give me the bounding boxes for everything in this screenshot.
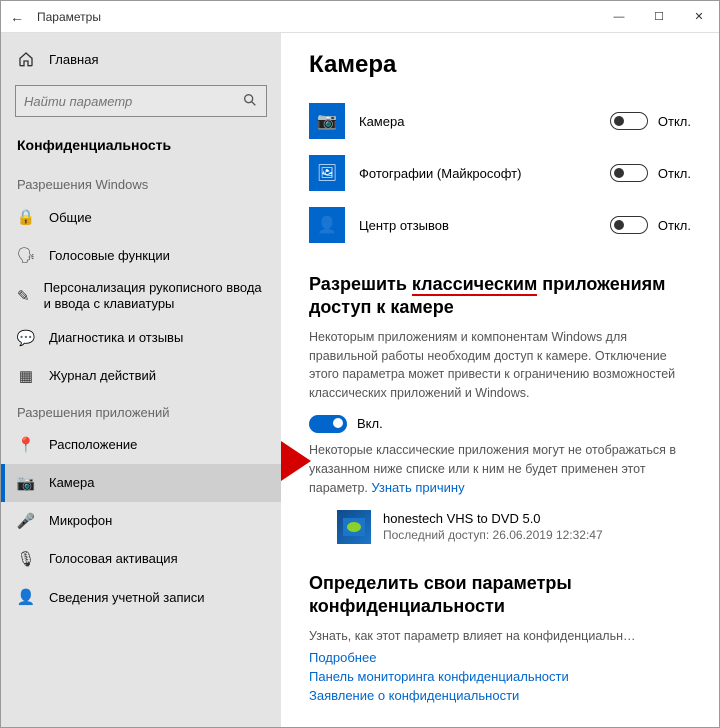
link-learn-more[interactable]: Подробнее: [309, 650, 691, 665]
section-header-app-permissions: Разрешения приложений: [1, 395, 281, 426]
app-name: Фотографии (Майкрософт): [359, 166, 610, 181]
camera-app-icon: 📷: [309, 103, 345, 139]
sidebar-item-label: Камера: [49, 475, 94, 490]
toggle-state: Вкл.: [357, 416, 383, 431]
close-button[interactable]: ✕: [679, 1, 719, 33]
app-name: Центр отзывов: [359, 218, 610, 233]
sidebar-item-camera[interactable]: 📷 Камера: [1, 464, 281, 502]
classic-note: Некоторые классические приложения могут …: [309, 441, 691, 498]
lock-icon: 🔒: [17, 208, 35, 226]
toggle-feedback-hub[interactable]: [610, 216, 648, 234]
link-privacy-statement[interactable]: Заявление о конфиденциальности: [309, 688, 691, 703]
classic-apps-heading: Разрешить классическим приложениям досту…: [309, 273, 691, 320]
sidebar-item-inking[interactable]: ✎ Персонализация рукописного ввода и вво…: [1, 274, 281, 319]
back-button[interactable]: ←: [1, 9, 33, 25]
toggle-state: Откл.: [658, 166, 691, 181]
sidebar-item-voice[interactable]: 🗣 Голосовые функции: [1, 236, 281, 274]
voice-icon: 🗣: [17, 246, 35, 264]
sidebar-item-activity[interactable]: ▦ Журнал действий: [1, 357, 281, 395]
feedback-icon: 💬: [17, 329, 35, 347]
window-title: Параметры: [33, 10, 599, 24]
sidebar-item-label: Журнал действий: [49, 368, 156, 383]
feedback-hub-icon: 👤: [309, 207, 345, 243]
titlebar: ← Параметры — ☐ ✕: [1, 1, 719, 33]
sidebar-item-label: Диагностика и отзывы: [49, 330, 183, 345]
activity-icon: ▦: [17, 367, 35, 385]
sidebar-item-general[interactable]: 🔒 Общие: [1, 198, 281, 236]
classic-toggle-row: Вкл.: [309, 415, 691, 433]
account-icon: 👤: [17, 588, 35, 606]
search-box[interactable]: [15, 85, 267, 117]
classic-apps-desc: Некоторым приложениям и компонентам Wind…: [309, 328, 691, 403]
home-row[interactable]: Главная: [1, 41, 281, 77]
sidebar-item-microphone[interactable]: 🎤 Микрофон: [1, 502, 281, 540]
app-row-feedback-hub: 👤 Центр отзывов Откл.: [309, 201, 691, 249]
minimize-button[interactable]: —: [599, 1, 639, 33]
privacy-heading: Определить свои параметры конфиденциальн…: [309, 572, 691, 619]
home-icon: [17, 51, 35, 67]
sidebar-item-label: Сведения учетной записи: [49, 590, 205, 605]
camera-icon: 📷: [17, 474, 35, 492]
sidebar-item-label: Персонализация рукописного ввода и ввода…: [44, 280, 265, 313]
sidebar-item-label: Общие: [49, 210, 92, 225]
sidebar-category: Конфиденциальность: [1, 127, 281, 167]
search-icon: [242, 92, 258, 111]
toggle-classic-apps[interactable]: [309, 415, 347, 433]
sidebar-item-voice-activation[interactable]: 🎙 Голосовая активация: [1, 540, 281, 578]
photos-app-icon: 🖼: [309, 155, 345, 191]
main-content: Камера 📷 Камера Откл. 🖼 Фотографии (Майк…: [281, 33, 719, 727]
sidebar-item-label: Расположение: [49, 437, 137, 452]
desktop-app-row: honestech VHS to DVD 5.0 Последний досту…: [337, 510, 691, 544]
microphone-icon: 🎤: [17, 512, 35, 530]
maximize-button[interactable]: ☐: [639, 1, 679, 33]
app-row-camera: 📷 Камера Откл.: [309, 97, 691, 145]
sidebar-item-label: Голосовая активация: [49, 551, 178, 566]
learn-why-link[interactable]: Узнать причину: [371, 480, 464, 495]
toggle-camera-app[interactable]: [610, 112, 648, 130]
desktop-app-name: honestech VHS to DVD 5.0: [383, 510, 603, 528]
link-privacy-dashboard[interactable]: Панель мониторинга конфиденциальности: [309, 669, 691, 684]
toggle-state: Откл.: [658, 218, 691, 233]
search-input[interactable]: [24, 94, 242, 109]
app-row-photos: 🖼 Фотографии (Майкрософт) Откл.: [309, 149, 691, 197]
location-icon: 📍: [17, 436, 35, 454]
sidebar-item-location[interactable]: 📍 Расположение: [1, 426, 281, 464]
app-name: Камера: [359, 114, 610, 129]
desktop-app-last-access: Последний доступ: 26.06.2019 12:32:47: [383, 528, 603, 542]
privacy-desc: Узнать, как этот параметр влияет на конф…: [309, 627, 691, 646]
page-title: Камера: [309, 51, 691, 79]
sidebar: Главная Конфиденциальность Разрешения Wi…: [1, 33, 281, 727]
section-header-windows-permissions: Разрешения Windows: [1, 167, 281, 198]
sidebar-item-feedback[interactable]: 💬 Диагностика и отзывы: [1, 319, 281, 357]
pen-icon: ✎: [17, 287, 30, 305]
sidebar-item-label: Голосовые функции: [49, 248, 170, 263]
toggle-state: Откл.: [658, 114, 691, 129]
home-label: Главная: [49, 52, 98, 67]
desktop-app-icon: [337, 510, 371, 544]
voice-activation-icon: 🎙: [17, 550, 35, 568]
sidebar-item-account-info[interactable]: 👤 Сведения учетной записи: [1, 578, 281, 616]
underlined-word: классическим: [412, 274, 537, 296]
toggle-photos-app[interactable]: [610, 164, 648, 182]
sidebar-item-label: Микрофон: [49, 513, 112, 528]
